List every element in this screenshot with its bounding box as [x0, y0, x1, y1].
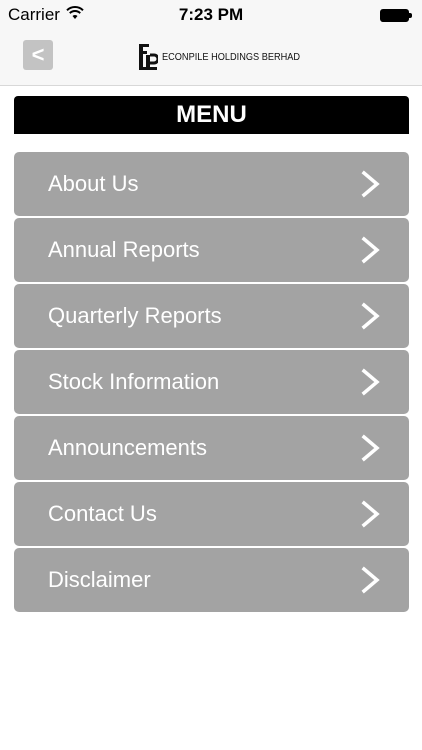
menu-item-label: Contact Us — [48, 501, 157, 526]
menu-item-annual-reports[interactable]: Annual Reports — [14, 218, 409, 282]
chevron-right-icon — [361, 368, 380, 396]
menu-item-stock-information[interactable]: Stock Information — [14, 350, 409, 414]
menu-item-label: Quarterly Reports — [48, 303, 222, 328]
menu-title: MENU — [176, 101, 247, 128]
menu-header: MENU — [14, 96, 409, 134]
nav-bar: < ECONPILE HOLDINGS BERHAD — [0, 30, 422, 86]
chevron-right-icon — [361, 566, 380, 594]
back-button-label: < — [31, 42, 45, 67]
battery-icon — [380, 8, 412, 22]
logo-text: ECONPILE HOLDINGS BERHAD — [162, 51, 301, 63]
menu-item-label: Disclaimer — [48, 567, 151, 592]
chevron-right-icon — [361, 434, 380, 462]
menu-item-label: Announcements — [48, 435, 207, 460]
company-logo: ECONPILE HOLDINGS BERHAD — [138, 42, 312, 72]
menu-item-label: About Us — [48, 171, 139, 196]
status-bar: Carrier 7:23 PM — [0, 0, 422, 30]
app-screen: Carrier 7:23 PM < ECONPILE HOLDINGS BERH… — [0, 0, 422, 750]
menu-item-label: Stock Information — [48, 369, 220, 394]
chevron-right-icon — [361, 500, 380, 528]
logo-mark-icon — [139, 44, 158, 70]
status-time: 7:23 PM — [178, 5, 244, 24]
menu-item-announcements[interactable]: Announcements — [14, 416, 409, 480]
chevron-right-icon — [361, 236, 380, 264]
menu-item-disclaimer[interactable]: Disclaimer — [14, 548, 409, 612]
back-button[interactable]: < — [23, 40, 53, 70]
menu-item-about-us[interactable]: About Us — [14, 152, 409, 216]
menu-item-quarterly-reports[interactable]: Quarterly Reports — [14, 284, 409, 348]
chevron-right-icon — [361, 170, 380, 198]
menu-item-label: Annual Reports — [48, 237, 200, 262]
menu-list: About Us Annual Reports Quarterly Report… — [14, 152, 409, 612]
menu-item-contact-us[interactable]: Contact Us — [14, 482, 409, 546]
chevron-right-icon — [361, 302, 380, 330]
